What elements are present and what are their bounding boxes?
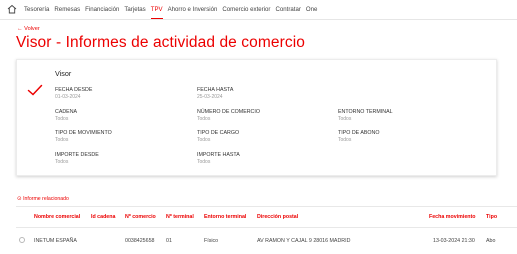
field-value: Todos <box>197 137 211 143</box>
cell-tipo: Abo <box>486 238 496 244</box>
field-fecha-hasta: Fecha hasta 25-03-2024 <box>197 87 233 100</box>
field-importe-desde: Importe desde Todos <box>55 152 99 165</box>
field-fecha-desde: Fecha desde 01-03-2024 <box>55 87 92 100</box>
nav-item-financiacion[interactable]: Financiación <box>85 0 119 19</box>
back-link[interactable]: ← Volver <box>17 26 40 32</box>
cell-n-comercio: 0038425658 <box>125 238 155 244</box>
field-tipo-cargo: Tipo de cargo Todos <box>197 130 239 143</box>
page-title: Visor - Informes de actividad de comerci… <box>16 34 305 51</box>
field-value: Todos <box>338 137 352 143</box>
col-tipo[interactable]: Tipo <box>486 214 497 220</box>
cell-n-terminal: 01 <box>166 238 172 244</box>
nav-item-tpv[interactable]: TPV <box>150 0 163 19</box>
related-report-link[interactable]: ⊙ Informe relacionado <box>17 196 69 202</box>
field-label: Fecha desde <box>55 87 93 93</box>
nav-item-tesoreria[interactable]: Tesorería <box>24 0 49 19</box>
row-select-radio[interactable] <box>19 237 25 243</box>
field-tipo-abono: Tipo de abono Todos <box>338 130 380 143</box>
col-n-comercio[interactable]: Nº comercio <box>125 214 156 220</box>
field-value: Todos <box>197 159 211 165</box>
field-value: Todos <box>55 159 69 165</box>
field-label: Entorno terminal <box>338 109 393 115</box>
field-label: Importe desde <box>55 152 99 158</box>
field-label: Tipo de movimiento <box>55 130 112 136</box>
cell-entorno-terminal: Físico <box>204 238 219 244</box>
table-row[interactable]: INETUM ESPAÑA 0038425658 01 Físico AV RA… <box>16 228 517 254</box>
cell-nombre-comercial: INETUM ESPAÑA <box>34 238 77 244</box>
col-n-terminal[interactable]: Nº terminal <box>166 214 194 220</box>
field-cadena: Cadena Todos <box>55 109 77 122</box>
table-header: Nombre comercial Id cadena Nº comercio N… <box>16 207 517 228</box>
field-label: Tipo de abono <box>338 130 380 136</box>
field-label: Número de comercio <box>197 109 260 115</box>
cell-direccion-postal: AV RAMON Y CAJAL 9 28016 MADRID <box>257 238 351 244</box>
nav-item-tarjetas[interactable]: Tarjetas <box>124 0 145 19</box>
field-value: Todos <box>338 116 352 122</box>
col-nombre-comercial[interactable]: Nombre comercial <box>34 214 80 220</box>
field-label: Importe hasta <box>197 152 240 158</box>
info-icon: ⊙ <box>17 196 22 202</box>
col-direccion-postal[interactable]: Dirección postal <box>257 214 298 220</box>
col-entorno-terminal[interactable]: Entorno terminal <box>204 214 246 220</box>
card-title: Visor <box>55 69 72 78</box>
field-value: Todos <box>197 116 211 122</box>
field-value: 25-03-2024 <box>197 94 223 100</box>
nav-item-one[interactable]: One <box>306 0 318 19</box>
field-label: Fecha hasta <box>197 87 234 93</box>
col-fecha-movimiento[interactable]: Fecha movimiento <box>429 214 476 220</box>
field-importe-hasta: Importe hasta Todos <box>197 152 240 165</box>
field-value: 01-03-2024 <box>55 94 81 100</box>
check-icon <box>27 84 43 96</box>
field-label: Tipo de cargo <box>197 130 240 136</box>
nav-item-comercio-exterior[interactable]: Comercio exterior <box>222 0 270 19</box>
nav-item-ahorro-inversion[interactable]: Ahorro e Inversión <box>168 0 218 19</box>
nav-items: Tesorería Remesas Financiación Tarjetas … <box>24 0 322 19</box>
field-label: Cadena <box>55 109 78 115</box>
cell-fecha-movimiento: 13-03-2024 21:30 <box>433 238 475 244</box>
results-table: Nombre comercial Id cadena Nº comercio N… <box>16 206 517 254</box>
visor-card: Visor Fecha desde 01-03-2024 Fecha hasta… <box>16 59 497 176</box>
field-value: Todos <box>55 116 69 122</box>
related-report-label: Informe relacionado <box>23 196 69 202</box>
nav-item-remesas[interactable]: Remesas <box>54 0 80 19</box>
field-numero-comercio: Número de comercio Todos <box>197 109 260 122</box>
field-tipo-movimiento: Tipo de movimiento Todos <box>55 130 112 143</box>
field-entorno-terminal: Entorno terminal Todos <box>338 109 393 122</box>
col-id-cadena[interactable]: Id cadena <box>91 214 115 220</box>
nav-item-contratar[interactable]: Contratar <box>275 0 300 19</box>
field-value: Todos <box>55 137 69 143</box>
top-navigation: Tesorería Remesas Financiación Tarjetas … <box>0 0 517 20</box>
home-icon[interactable] <box>7 4 17 14</box>
